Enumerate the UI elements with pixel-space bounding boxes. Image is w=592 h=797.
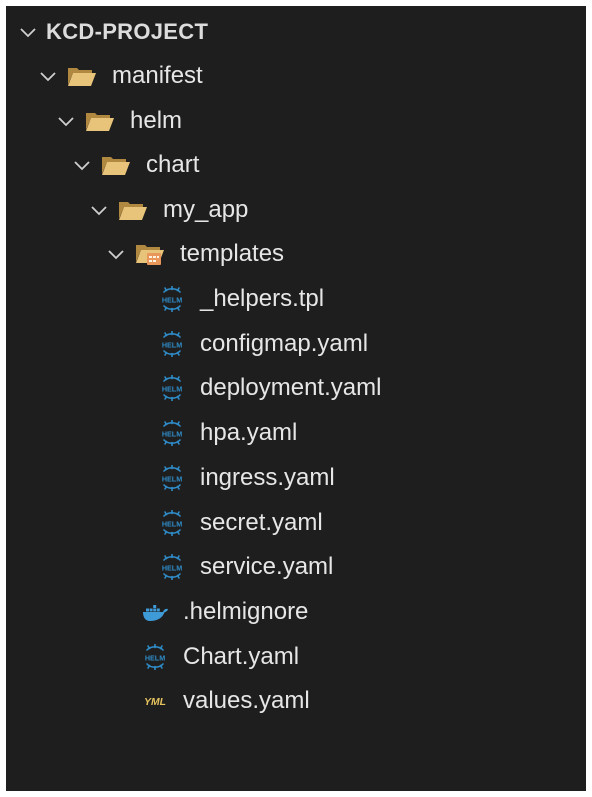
file-label: hpa.yaml	[200, 419, 298, 446]
file-item[interactable]: HELM deployment.yaml	[6, 366, 586, 410]
folder-manifest[interactable]: manifest	[6, 54, 586, 98]
file-item[interactable]: HELM ingress.yaml	[6, 456, 586, 500]
file-item[interactable]: HELM _helpers.tpl	[6, 277, 586, 321]
yaml-icon: YML	[139, 689, 171, 713]
file-label: secret.yaml	[200, 509, 323, 536]
folder-helm[interactable]: helm	[6, 99, 586, 143]
file-label: configmap.yaml	[200, 330, 369, 357]
file-label: values.yaml	[183, 687, 310, 714]
file-label: ingress.yaml	[200, 464, 335, 491]
folder-open-icon	[117, 198, 149, 222]
file-label: Chart.yaml	[183, 643, 300, 670]
project-root[interactable]: KCD-PROJECT	[6, 10, 586, 54]
helm-icon: HELM	[156, 286, 188, 312]
file-label: .helmignore	[183, 598, 309, 625]
file-item[interactable]: HELM hpa.yaml	[6, 411, 586, 455]
folder-my-app[interactable]: my_app	[6, 188, 586, 232]
file-item[interactable]: .helmignore	[6, 590, 586, 634]
svg-text:HELM: HELM	[162, 384, 182, 393]
folder-open-icon	[66, 64, 98, 88]
helm-icon: HELM	[156, 465, 188, 491]
svg-text:HELM: HELM	[162, 295, 182, 304]
file-label: deployment.yaml	[200, 374, 382, 401]
helm-icon: HELM	[156, 375, 188, 401]
file-label: _helpers.tpl	[200, 285, 325, 312]
folder-label: chart	[146, 151, 200, 178]
file-item[interactable]: HELM service.yaml	[6, 545, 586, 589]
helm-icon: HELM	[156, 420, 188, 446]
helm-icon: HELM	[156, 331, 188, 357]
folder-open-icon	[100, 153, 132, 177]
helm-icon: HELM	[156, 554, 188, 580]
file-item[interactable]: HELM configmap.yaml	[6, 322, 586, 366]
folder-open-icon	[84, 109, 116, 133]
chevron-down-icon[interactable]	[72, 155, 92, 175]
templates-folder-icon	[134, 242, 166, 266]
svg-text:YML: YML	[144, 697, 166, 708]
file-item[interactable]: YML values.yaml	[6, 679, 586, 723]
folder-label: templates	[180, 240, 285, 267]
chevron-down-icon[interactable]	[89, 200, 109, 220]
folder-chart[interactable]: chart	[6, 143, 586, 187]
chevron-down-icon[interactable]	[106, 244, 126, 264]
helm-icon: HELM	[156, 510, 188, 536]
svg-text:HELM: HELM	[162, 429, 182, 438]
helm-icon: HELM	[139, 644, 171, 670]
svg-text:HELM: HELM	[145, 653, 165, 662]
folder-label: manifest	[112, 62, 203, 89]
folder-label: helm	[130, 107, 183, 134]
folder-label: my_app	[163, 196, 249, 223]
chevron-down-icon[interactable]	[18, 22, 38, 42]
project-root-label: KCD-PROJECT	[46, 19, 209, 44]
chevron-down-icon[interactable]	[38, 66, 58, 86]
svg-text:HELM: HELM	[162, 563, 182, 572]
svg-text:HELM: HELM	[162, 474, 182, 483]
file-item[interactable]: HELM secret.yaml	[6, 501, 586, 545]
chevron-down-icon[interactable]	[56, 111, 76, 131]
file-label: service.yaml	[200, 553, 334, 580]
file-item[interactable]: HELM Chart.yaml	[6, 635, 586, 679]
svg-text:HELM: HELM	[162, 519, 182, 528]
docker-icon	[139, 600, 171, 624]
folder-templates[interactable]: templates	[6, 232, 586, 276]
file-explorer: KCD-PROJECT manifest helm chart my_app t…	[6, 6, 586, 791]
svg-text:HELM: HELM	[162, 340, 182, 349]
